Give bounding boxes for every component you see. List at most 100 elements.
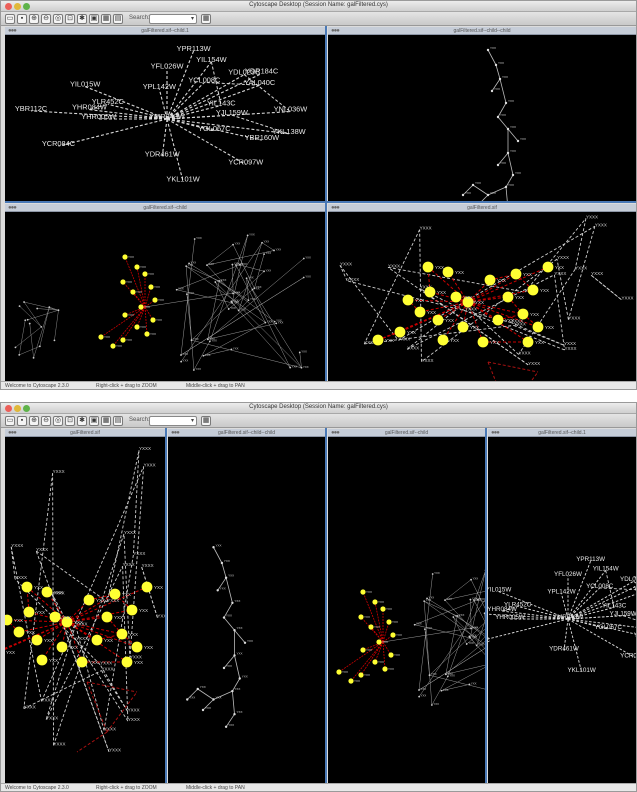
node-label[interactable]: YXXX <box>586 214 598 219</box>
node-label[interactable]: YXXX <box>347 277 359 282</box>
network-graph[interactable]: YXXYXXYXXYXXYXXYXXYXXYXXYXXYXXYXXYXXYXXY… <box>328 437 485 785</box>
node-label[interactable]: YAL040C <box>634 585 636 592</box>
node-label[interactable]: YXX <box>416 622 422 626</box>
node-label[interactable]: YXX <box>276 319 282 323</box>
save-icon[interactable]: ▪ <box>17 14 27 24</box>
node-label[interactable]: YXX <box>237 262 243 266</box>
node-label[interactable]: YXXX <box>46 716 58 721</box>
node-label[interactable]: YXX <box>366 590 372 594</box>
node-label[interactable]: YXX <box>497 278 506 283</box>
node-label[interactable]: YXX <box>49 658 58 663</box>
node[interactable] <box>492 314 504 326</box>
node-label[interactable]: YXX <box>34 585 43 590</box>
node[interactable] <box>504 185 508 189</box>
node[interactable] <box>380 606 386 612</box>
node[interactable] <box>457 321 469 333</box>
node[interactable] <box>402 294 414 306</box>
node-label[interactable]: YXX <box>342 670 348 674</box>
node-label[interactable]: YXX <box>396 633 402 637</box>
node-label[interactable]: YXX <box>450 338 459 343</box>
node[interactable] <box>120 337 126 343</box>
node[interactable] <box>24 319 27 322</box>
node[interactable] <box>36 654 48 666</box>
zoom-in-icon[interactable]: ⊕ <box>29 416 39 426</box>
node[interactable] <box>91 634 103 646</box>
node[interactable] <box>461 193 465 197</box>
network-graph[interactable]: YXXX YXXX YXXX YXXX YXXX YXXX YXXX YXXX YXXX YXXX… <box>5 437 165 785</box>
node-label[interactable]: YXX <box>140 265 146 269</box>
node[interactable] <box>57 309 60 312</box>
node-label[interactable]: YXXX <box>142 563 154 568</box>
node[interactable] <box>138 304 144 310</box>
node-label[interactable]: YXX <box>189 696 195 700</box>
node-label[interactable]: YXX <box>276 247 282 251</box>
node-label[interactable]: YXX <box>475 597 481 601</box>
node[interactable] <box>56 641 68 653</box>
node-label[interactable]: YXX <box>385 338 394 343</box>
node-label[interactable]: YXX <box>183 359 189 363</box>
node[interactable] <box>496 163 500 167</box>
node-label[interactable]: YXX <box>154 285 160 289</box>
node[interactable] <box>542 261 554 273</box>
node-label[interactable]: YXX <box>134 660 143 665</box>
node-label[interactable]: YDL023C <box>620 576 636 583</box>
node[interactable] <box>506 127 510 131</box>
horizontal-divider[interactable] <box>5 201 636 203</box>
node-label[interactable]: YXX <box>158 298 164 302</box>
node-label[interactable]: YXX <box>220 586 226 590</box>
node-label[interactable]: YXX <box>515 295 524 300</box>
node-label[interactable]: YXX <box>116 344 122 348</box>
node-label[interactable]: YXX <box>473 626 479 630</box>
node-label[interactable]: YMR043W <box>553 614 583 621</box>
network-view-pane[interactable]: ●●●galFiltered.sif--child.1 YDR184CYAL04… <box>5 27 325 201</box>
node[interactable] <box>414 306 426 318</box>
node-label[interactable]: YXX <box>475 300 484 305</box>
node[interactable] <box>222 666 226 670</box>
node-label[interactable]: YXX <box>471 681 477 685</box>
node-label[interactable]: YXX <box>354 679 360 683</box>
node-label[interactable]: YXXX <box>557 255 569 260</box>
node-label[interactable]: YXX <box>386 607 392 611</box>
node[interactable] <box>517 308 529 320</box>
network-graph[interactable]: YDR184CYAL040CYCL008CYPR113WYIL154WYIL14… <box>488 437 636 785</box>
node-label[interactable]: YXXX <box>157 614 165 619</box>
node-label[interactable]: YXX <box>437 290 446 295</box>
node-label[interactable]: YXX <box>434 571 440 575</box>
node[interactable] <box>222 616 226 619</box>
vertical-divider[interactable] <box>485 428 487 784</box>
node[interactable] <box>424 286 436 298</box>
node-label[interactable]: YPL142W <box>547 589 575 596</box>
node-label[interactable]: YXX <box>463 295 472 300</box>
node-label[interactable]: YXXX <box>465 307 477 312</box>
layout-icon[interactable]: ▦ <box>101 416 111 426</box>
node-label[interactable]: YXX <box>154 585 163 590</box>
node-label[interactable]: YXX <box>195 367 201 371</box>
node-label[interactable]: YXX <box>226 664 232 668</box>
node-label[interactable]: YXX <box>228 723 234 727</box>
node-label[interactable]: YXX <box>305 255 311 259</box>
node-label[interactable]: YXXX <box>139 446 151 451</box>
node[interactable] <box>18 305 21 308</box>
node-label[interactable]: YXX <box>200 685 206 689</box>
node-label[interactable]: YXX <box>228 574 234 578</box>
node-label[interactable]: YXX <box>96 598 105 603</box>
node[interactable] <box>144 331 150 337</box>
node-label[interactable]: YXXX <box>340 261 352 266</box>
node-label[interactable]: YXXX <box>53 469 65 474</box>
node-label[interactable]: YXXX <box>591 271 603 276</box>
node[interactable] <box>148 284 154 290</box>
node[interactable] <box>348 678 354 684</box>
node-label[interactable]: YXX <box>144 305 150 309</box>
node-label[interactable]: YXXX <box>421 358 433 363</box>
node-label[interactable]: YXX <box>366 648 372 652</box>
node[interactable] <box>14 346 17 349</box>
node[interactable] <box>243 641 247 644</box>
node-label[interactable]: YXX <box>447 671 453 675</box>
node-label[interactable]: YXX <box>303 365 309 369</box>
node-label[interactable]: YLR452C <box>92 97 125 106</box>
node[interactable] <box>372 599 378 605</box>
node[interactable] <box>220 561 224 565</box>
node-label[interactable]: YXX <box>394 653 400 657</box>
node-label[interactable]: YIL154W <box>196 55 226 64</box>
node-label[interactable]: YXX <box>233 346 239 350</box>
